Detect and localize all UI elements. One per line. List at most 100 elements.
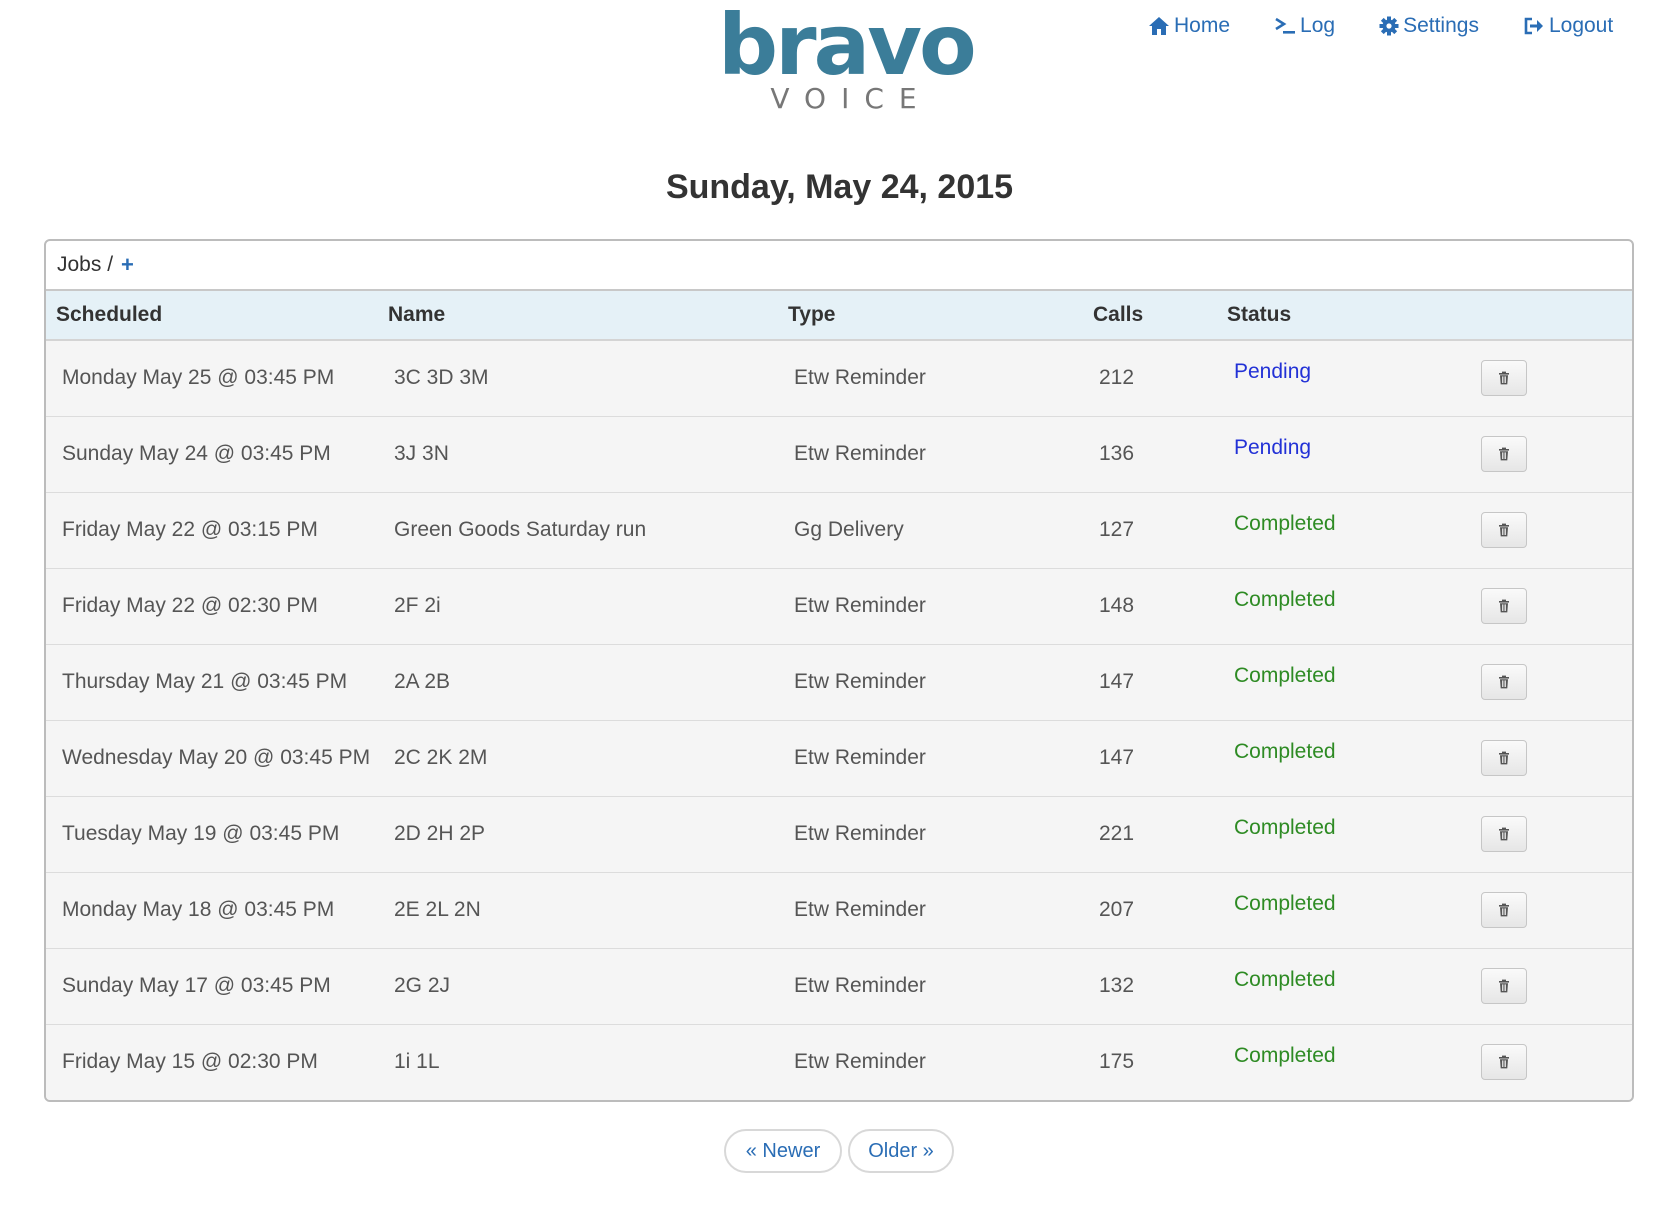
cell-scheduled: Wednesday May 20 @ 03:45 PM: [62, 746, 371, 769]
table-row[interactable]: Thursday May 21 @ 03:45 PM 2A 2B Etw Rem…: [46, 644, 1632, 720]
top-nav: Home Log Settings Logout: [1148, 14, 1613, 38]
column-header-calls: Calls: [1093, 291, 1227, 341]
cell-calls: 148: [1099, 594, 1135, 617]
cell-name: 2C 2K 2M: [394, 746, 488, 769]
cell-name: 2F 2i: [394, 594, 441, 617]
delete-job-button[interactable]: [1481, 588, 1527, 624]
cell-scheduled: Thursday May 21 @ 03:45 PM: [62, 670, 348, 693]
table-row[interactable]: Monday May 18 @ 03:45 PM 2E 2L 2N Etw Re…: [46, 872, 1632, 948]
nav-log-label: Log: [1300, 14, 1336, 37]
delete-job-button[interactable]: [1481, 512, 1527, 548]
trash-icon: [1499, 599, 1509, 613]
home-icon: [1149, 17, 1169, 35]
cell-status: Completed: [1227, 1024, 1481, 1100]
cell-type: Etw Reminder: [794, 366, 926, 390]
delete-job-button[interactable]: [1481, 360, 1527, 397]
cell-name: 1i 1L: [394, 1050, 440, 1074]
older-button[interactable]: Older »: [848, 1129, 954, 1173]
cell-type: Etw Reminder: [794, 822, 926, 845]
table-row[interactable]: Friday May 22 @ 03:15 PM Green Goods Sat…: [46, 492, 1632, 568]
delete-job-button[interactable]: [1481, 892, 1527, 928]
cell-actions: [1481, 492, 1632, 568]
table-row[interactable]: Friday May 22 @ 02:30 PM 2F 2i Etw Remin…: [46, 568, 1632, 644]
delete-job-button[interactable]: [1481, 1044, 1527, 1081]
delete-job-button[interactable]: [1481, 436, 1527, 472]
table-row[interactable]: Sunday May 24 @ 03:45 PM 3J 3N Etw Remin…: [46, 416, 1632, 492]
terminal-icon: [1275, 17, 1296, 34]
trash-icon: [1499, 979, 1509, 993]
nav-settings-link[interactable]: Settings: [1379, 14, 1479, 38]
column-header-actions: [1481, 291, 1632, 341]
cell-status: Completed: [1227, 872, 1481, 948]
cell-actions: [1481, 568, 1632, 644]
jobs-table-body: Monday May 25 @ 03:45 PM 3C 3D 3M Etw Re…: [46, 340, 1632, 1100]
column-header-status: Status: [1227, 291, 1481, 341]
cell-status: Completed: [1227, 644, 1481, 720]
status-badge: Pending: [1234, 360, 1312, 384]
breadcrumb-jobs: Jobs /: [57, 253, 114, 276]
nav-home-label: Home: [1174, 14, 1231, 37]
add-job-button[interactable]: +: [121, 252, 134, 278]
status-badge: Completed: [1234, 588, 1336, 611]
cell-name: 3J 3N: [394, 442, 449, 465]
cell-type: Etw Reminder: [794, 746, 926, 769]
cell-status: Completed: [1227, 492, 1481, 568]
table-row[interactable]: Tuesday May 19 @ 03:45 PM 2D 2H 2P Etw R…: [46, 796, 1632, 872]
table-row[interactable]: Wednesday May 20 @ 03:45 PM 2C 2K 2M Etw…: [46, 720, 1632, 796]
column-header-name: Name: [388, 291, 788, 341]
cell-type: Etw Reminder: [794, 1050, 926, 1074]
delete-job-button[interactable]: [1481, 740, 1527, 776]
table-row[interactable]: Sunday May 17 @ 03:45 PM 2G 2J Etw Remin…: [46, 948, 1632, 1024]
cell-calls: 147: [1099, 746, 1135, 769]
trash-icon: [1499, 371, 1509, 385]
column-header-type: Type: [788, 291, 1093, 341]
brand-logo: bravo VOICE: [718, 2, 977, 114]
cell-scheduled: Sunday May 24 @ 03:45 PM: [62, 442, 331, 465]
cell-actions: [1481, 720, 1632, 796]
jobs-panel: Jobs / + Scheduled Name Type Calls Statu…: [44, 239, 1634, 1102]
cell-status: Completed: [1227, 948, 1481, 1024]
delete-job-button[interactable]: [1481, 968, 1527, 1004]
logout-icon: [1524, 17, 1543, 35]
table-row[interactable]: Friday May 15 @ 02:30 PM 1i 1L Etw Remin…: [46, 1024, 1632, 1100]
column-header-scheduled: Scheduled: [46, 291, 388, 341]
table-row[interactable]: Monday May 25 @ 03:45 PM 3C 3D 3M Etw Re…: [46, 340, 1632, 416]
cell-calls: 136: [1099, 442, 1135, 465]
cell-type: Gg Delivery: [794, 518, 904, 541]
gear-icon: [1379, 16, 1399, 36]
delete-job-button[interactable]: [1481, 816, 1527, 852]
cell-calls: 212: [1099, 366, 1135, 390]
cell-scheduled: Monday May 25 @ 03:45 PM: [62, 366, 335, 390]
newer-button[interactable]: « Newer: [724, 1129, 842, 1173]
cell-name: Green Goods Saturday run: [394, 518, 647, 541]
status-badge: Completed: [1234, 512, 1336, 535]
cell-name: 3C 3D 3M: [394, 366, 489, 390]
cell-name: 2G 2J: [394, 974, 451, 997]
cell-status: Completed: [1227, 720, 1481, 796]
trash-icon: [1499, 1055, 1509, 1069]
status-badge: Completed: [1234, 968, 1336, 991]
cell-name: 2A 2B: [394, 670, 451, 693]
cell-type: Etw Reminder: [794, 594, 926, 617]
cell-name: 2D 2H 2P: [394, 822, 486, 845]
nav-home-link[interactable]: Home: [1148, 14, 1230, 38]
cell-actions: [1481, 796, 1632, 872]
status-badge: Completed: [1234, 892, 1336, 915]
jobs-table: Scheduled Name Type Calls Status Monday …: [46, 291, 1632, 1100]
cell-scheduled: Friday May 15 @ 02:30 PM: [62, 1050, 318, 1074]
nav-settings-label: Settings: [1403, 14, 1479, 37]
cell-actions: [1481, 872, 1632, 948]
nav-logout-label: Logout: [1548, 14, 1614, 37]
nav-logout-link[interactable]: Logout: [1523, 14, 1613, 38]
cell-scheduled: Sunday May 17 @ 03:45 PM: [62, 974, 331, 997]
status-badge: Pending: [1234, 436, 1312, 459]
delete-job-button[interactable]: [1481, 664, 1527, 700]
cell-scheduled: Friday May 22 @ 02:30 PM: [62, 594, 318, 617]
trash-icon: [1499, 523, 1509, 537]
status-badge: Completed: [1234, 1044, 1336, 1068]
cell-status: Pending: [1227, 416, 1481, 492]
nav-log-link[interactable]: Log: [1274, 14, 1335, 38]
cell-calls: 127: [1099, 518, 1135, 541]
trash-icon: [1499, 751, 1509, 765]
cell-scheduled: Monday May 18 @ 03:45 PM: [62, 898, 335, 921]
